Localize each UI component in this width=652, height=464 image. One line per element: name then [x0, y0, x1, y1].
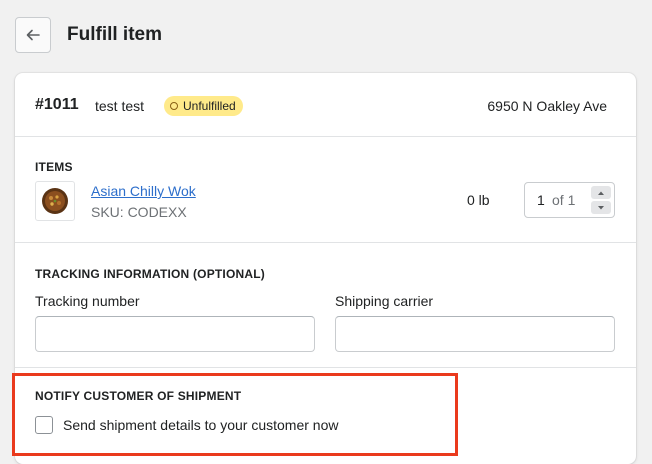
caret-up-icon	[598, 191, 604, 195]
items-section: ITEMS Asian Chilly Wok SKU: CODEXX 0 lb …	[15, 137, 636, 243]
notify-customer-label[interactable]: Send shipment details to your customer n…	[63, 417, 338, 433]
notify-section: NOTIFY CUSTOMER OF SHIPMENT Send shipmen…	[15, 368, 636, 464]
shipping-carrier-input[interactable]	[335, 316, 615, 352]
notify-customer-checkbox[interactable]	[35, 416, 53, 434]
status-badge: Unfulfilled	[164, 96, 243, 116]
product-name-link[interactable]: Asian Chilly Wok	[91, 183, 196, 199]
arrow-left-icon	[26, 29, 40, 41]
food-bowl-icon	[42, 188, 68, 214]
tracking-heading: TRACKING INFORMATION (OPTIONAL)	[35, 267, 265, 281]
customer-name: test test	[95, 98, 145, 114]
items-heading: ITEMS	[35, 160, 73, 174]
product-thumbnail	[35, 181, 75, 221]
status-dot-icon	[170, 102, 178, 110]
product-weight: 0 lb	[467, 192, 490, 208]
notify-heading: NOTIFY CUSTOMER OF SHIPMENT	[35, 389, 242, 403]
status-badge-label: Unfulfilled	[183, 99, 236, 113]
tracking-section: TRACKING INFORMATION (OPTIONAL) Tracking…	[15, 243, 636, 368]
back-button[interactable]	[15, 17, 51, 53]
quantity-stepper[interactable]: 1 of 1	[524, 182, 615, 218]
quantity-increment-button[interactable]	[591, 186, 611, 199]
tracking-number-label: Tracking number	[35, 293, 140, 309]
page-title: Fulfill item	[67, 24, 162, 45]
product-sku: SKU: CODEXX	[91, 204, 187, 220]
quantity-decrement-button[interactable]	[591, 201, 611, 214]
quantity-of-total: of 1	[552, 192, 576, 208]
tracking-number-input[interactable]	[35, 316, 315, 352]
fulfillment-card: #1011 test test Unfulfilled 6950 N Oakle…	[15, 73, 636, 464]
page-header: Fulfill item	[15, 17, 162, 53]
order-number: #1011	[35, 96, 79, 113]
shipping-carrier-label: Shipping carrier	[335, 293, 434, 309]
shipping-address: 6950 N Oakley Ave	[487, 98, 607, 114]
order-summary-section: #1011 test test Unfulfilled 6950 N Oakle…	[15, 73, 636, 137]
caret-down-icon	[598, 205, 604, 209]
quantity-value: 1	[537, 192, 545, 208]
notify-customer-option[interactable]: Send shipment details to your customer n…	[35, 416, 338, 434]
